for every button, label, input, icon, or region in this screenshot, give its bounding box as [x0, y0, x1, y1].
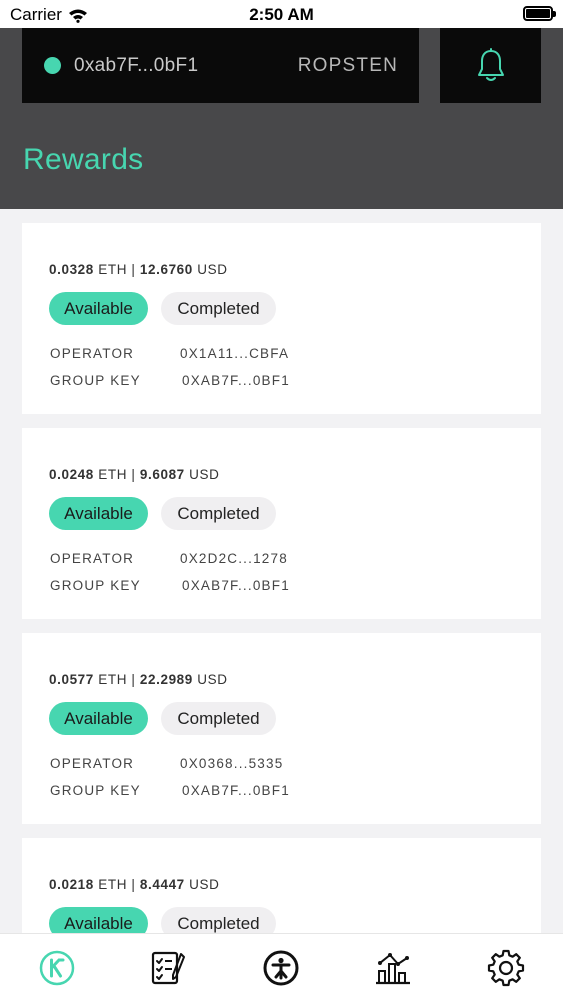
chart-icon: [376, 953, 410, 985]
clock: 2:50 AM: [249, 5, 314, 24]
tab-keep[interactable]: [37, 948, 77, 988]
network-label: ROPSTEN: [297, 54, 398, 76]
operator-label: OPERATOR: [50, 756, 135, 771]
account-address: 0xab7F...0bF1: [74, 54, 199, 76]
reward-card: 0.0577 ETH | 22.2989 USD Available Compl…: [22, 633, 541, 824]
eth-unit: ETH: [98, 467, 128, 482]
operator-label: OPERATOR: [50, 551, 135, 566]
eth-unit: ETH: [98, 877, 128, 892]
tab-analytics[interactable]: [373, 948, 413, 988]
reward-amount: 0.0577 ETH | 22.2989 USD: [49, 672, 228, 687]
reward-amount: 0.0328 ETH | 12.6760 USD: [49, 262, 228, 277]
group-key-row: GROUP KEY 0XAB7F...0BF1: [50, 578, 289, 593]
group-key-value: 0XAB7F...0BF1: [182, 373, 290, 388]
operator-value: 0X1A11...CBFA: [180, 346, 290, 361]
eth-amount: 0.0577: [49, 672, 94, 687]
usd-amount: 22.2989: [139, 672, 193, 687]
operator-row: OPERATOR 0X1A11...CBFA: [50, 346, 288, 361]
usd-amount: 8.4447: [139, 877, 185, 892]
connection-status-dot: [44, 57, 61, 74]
operator-row: OPERATOR 0X0368...5335: [50, 756, 282, 771]
usd-unit: USD: [189, 877, 220, 892]
notifications-button[interactable]: [440, 28, 541, 103]
group-key-label: GROUP KEY: [50, 578, 141, 593]
group-key-value: 0XAB7F...0BF1: [182, 783, 290, 798]
completed-status-button[interactable]: Completed: [161, 702, 276, 735]
account-selector[interactable]: 0xab7F...0bF1 ROPSTEN: [22, 28, 419, 103]
reward-amount: 0.0248 ETH | 9.6087 USD: [49, 467, 220, 482]
tab-tasks[interactable]: [148, 948, 188, 988]
available-status-button[interactable]: Available: [49, 702, 148, 735]
reward-card: 0.0328 ETH | 12.6760 USD Available Compl…: [22, 223, 541, 414]
group-key-label: GROUP KEY: [50, 373, 141, 388]
tab-token[interactable]: [261, 948, 301, 988]
reward-amount: 0.0218 ETH | 8.4447 USD: [49, 877, 220, 892]
group-key-row: GROUP KEY 0XAB7F...0BF1: [50, 373, 289, 388]
tab-settings[interactable]: [486, 948, 526, 988]
operator-value: 0X0368...5335: [180, 756, 284, 771]
group-key-value: 0XAB7F...0BF1: [182, 578, 290, 593]
checklist-icon: [151, 951, 185, 985]
eth-unit: ETH: [98, 262, 128, 277]
reward-card: 0.0248 ETH | 9.6087 USD Available Comple…: [22, 428, 541, 619]
usd-amount: 9.6087: [139, 467, 185, 482]
page-title: Rewards: [23, 143, 144, 176]
bell-icon: [477, 47, 504, 81]
usd-amount: 12.6760: [139, 262, 193, 277]
operator-row: OPERATOR 0X2D2C...1278: [50, 551, 287, 566]
eth-unit: ETH: [98, 672, 128, 687]
available-status-button[interactable]: Available: [49, 497, 148, 530]
eth-amount: 0.0328: [49, 262, 94, 277]
completed-status-button[interactable]: Completed: [161, 497, 276, 530]
available-status-button[interactable]: Available: [49, 292, 148, 325]
usd-unit: USD: [189, 467, 220, 482]
token-icon: [263, 950, 299, 986]
status-bar: Carrier 2:50 AM: [0, 0, 563, 28]
eth-amount: 0.0248: [49, 467, 94, 482]
operator-label: OPERATOR: [50, 346, 135, 361]
keep-logo-icon: [39, 950, 75, 986]
usd-unit: USD: [197, 262, 228, 277]
completed-status-button[interactable]: Completed: [161, 292, 276, 325]
gear-icon: [487, 949, 525, 987]
header: 0xab7F...0bF1 ROPSTEN Rewards: [0, 0, 563, 209]
operator-value: 0X2D2C...1278: [180, 551, 288, 566]
eth-amount: 0.0218: [49, 877, 94, 892]
battery-icon: [523, 6, 556, 21]
usd-unit: USD: [197, 672, 228, 687]
tab-bar: [0, 933, 563, 1000]
group-key-row: GROUP KEY 0XAB7F...0BF1: [50, 783, 289, 798]
group-key-label: GROUP KEY: [50, 783, 141, 798]
